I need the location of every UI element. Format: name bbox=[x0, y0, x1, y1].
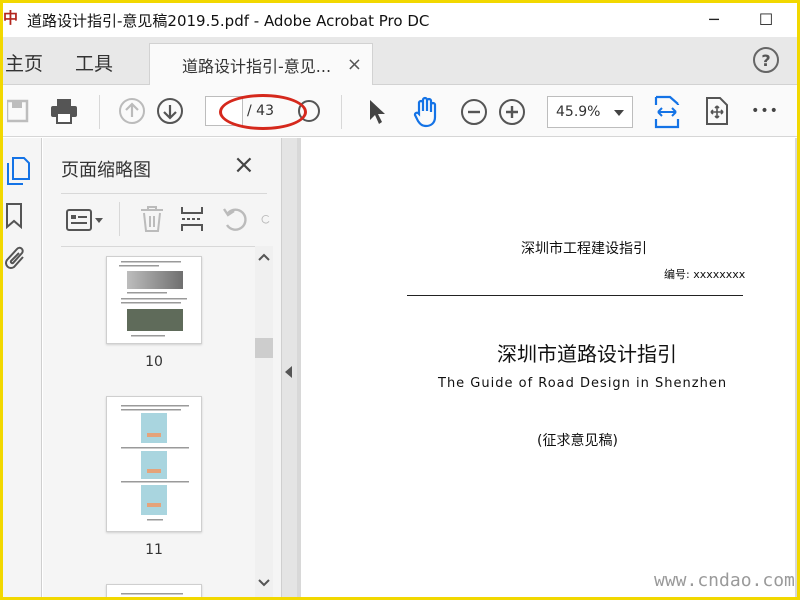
menu-home[interactable]: 主页 bbox=[5, 49, 43, 76]
title-bar: 中国道路网 道路设计指引-意见稿2019.5.pdf - Adobe Acrob… bbox=[3, 3, 797, 35]
delete-icon[interactable] bbox=[139, 204, 165, 234]
panel-divider bbox=[61, 246, 267, 247]
minimize-button[interactable]: ─ bbox=[691, 3, 737, 35]
thumbnails-icon[interactable] bbox=[5, 156, 31, 186]
doc-english-title: The Guide of Road Design in Shenzhen bbox=[438, 376, 728, 391]
rotate-clockwise-icon[interactable] bbox=[261, 204, 271, 234]
toolbar-separator bbox=[341, 95, 342, 129]
doc-header-rule bbox=[407, 295, 743, 296]
thumbnail-page-12[interactable] bbox=[106, 584, 202, 597]
hand-tool-icon[interactable] bbox=[409, 95, 443, 129]
thumbnail-page-11[interactable] bbox=[106, 396, 202, 532]
zoom-out-icon[interactable] bbox=[459, 97, 489, 127]
undo-rotate-icon[interactable] bbox=[221, 204, 249, 234]
print-icon[interactable] bbox=[47, 95, 81, 127]
doc-main-title: 深圳市道路设计指引 bbox=[497, 342, 677, 366]
main-toolbar: / 43 45.9% ••• bbox=[3, 85, 797, 137]
doc-header-title: 深圳市工程建设指引 bbox=[521, 241, 647, 257]
attachment-icon[interactable] bbox=[3, 244, 29, 274]
zoom-select[interactable]: 45.9% bbox=[547, 96, 633, 128]
thumbnail-panel: 页面缩略图 × 10 11 bbox=[43, 138, 281, 597]
navigation-rail bbox=[3, 138, 42, 597]
zoom-value: 45.9% bbox=[556, 104, 601, 120]
thumbnail-label: 10 bbox=[145, 354, 163, 370]
help-button[interactable]: ? bbox=[753, 47, 779, 73]
doc-note: (征求意见稿) bbox=[537, 433, 618, 449]
insert-page-icon[interactable] bbox=[179, 204, 205, 234]
watermark: www.cndao.com bbox=[654, 570, 795, 591]
maximize-button[interactable]: ☐ bbox=[743, 3, 789, 35]
page-up-icon[interactable] bbox=[117, 96, 147, 126]
collapse-arrow-icon bbox=[285, 366, 292, 378]
panel-divider bbox=[61, 193, 267, 194]
fit-width-icon[interactable] bbox=[653, 95, 681, 129]
scroll-up-icon[interactable] bbox=[258, 252, 270, 262]
document-page: 深圳市工程建设指引 编号: xxxxxxxx 深圳市道路设计指引 The Gui… bbox=[301, 138, 795, 597]
document-tab-label: 道路设计指引-意见... bbox=[182, 57, 332, 76]
panel-title: 页面缩略图 bbox=[61, 160, 151, 181]
site-logo: 中国道路网 bbox=[3, 9, 19, 27]
window-title: 道路设计指引-意见稿2019.5.pdf - Adobe Acrobat Pro… bbox=[27, 12, 430, 30]
acrobat-window: 中国道路网 道路设计指引-意见稿2019.5.pdf - Adobe Acrob… bbox=[3, 3, 797, 597]
thumbnail-scrollbar[interactable] bbox=[255, 246, 273, 597]
page-down-icon[interactable] bbox=[155, 96, 185, 126]
close-panel-button[interactable]: × bbox=[233, 150, 255, 180]
tab-row: 主页 工具 道路设计指引-意见... × ? bbox=[3, 37, 797, 86]
panel-separator bbox=[119, 202, 120, 236]
scroll-thumb[interactable] bbox=[255, 338, 273, 358]
select-arrow-icon[interactable] bbox=[365, 97, 389, 127]
chevron-down-icon bbox=[614, 110, 624, 116]
save-icon[interactable] bbox=[3, 95, 33, 127]
bookmark-icon[interactable] bbox=[3, 202, 25, 230]
more-icon[interactable]: ••• bbox=[749, 99, 781, 123]
red-ellipse-annotation bbox=[219, 94, 307, 130]
rotate-view-icon[interactable] bbox=[703, 95, 731, 127]
options-icon[interactable] bbox=[65, 206, 105, 234]
scroll-down-icon[interactable] bbox=[258, 578, 270, 588]
close-tab-button[interactable]: × bbox=[347, 54, 362, 75]
zoom-in-icon[interactable] bbox=[497, 97, 527, 127]
thumbnail-label: 11 bbox=[145, 542, 163, 558]
document-tab[interactable]: 道路设计指引-意见... × bbox=[149, 43, 373, 86]
doc-code: 编号: xxxxxxxx bbox=[664, 268, 746, 281]
document-area: 深圳市工程建设指引 编号: xxxxxxxx 深圳市道路设计指引 The Gui… bbox=[297, 138, 797, 597]
panel-collapse-strip[interactable] bbox=[281, 138, 297, 597]
menu-tools[interactable]: 工具 bbox=[75, 49, 113, 76]
thumbnail-page-10[interactable] bbox=[106, 256, 202, 344]
toolbar-separator bbox=[99, 95, 100, 129]
